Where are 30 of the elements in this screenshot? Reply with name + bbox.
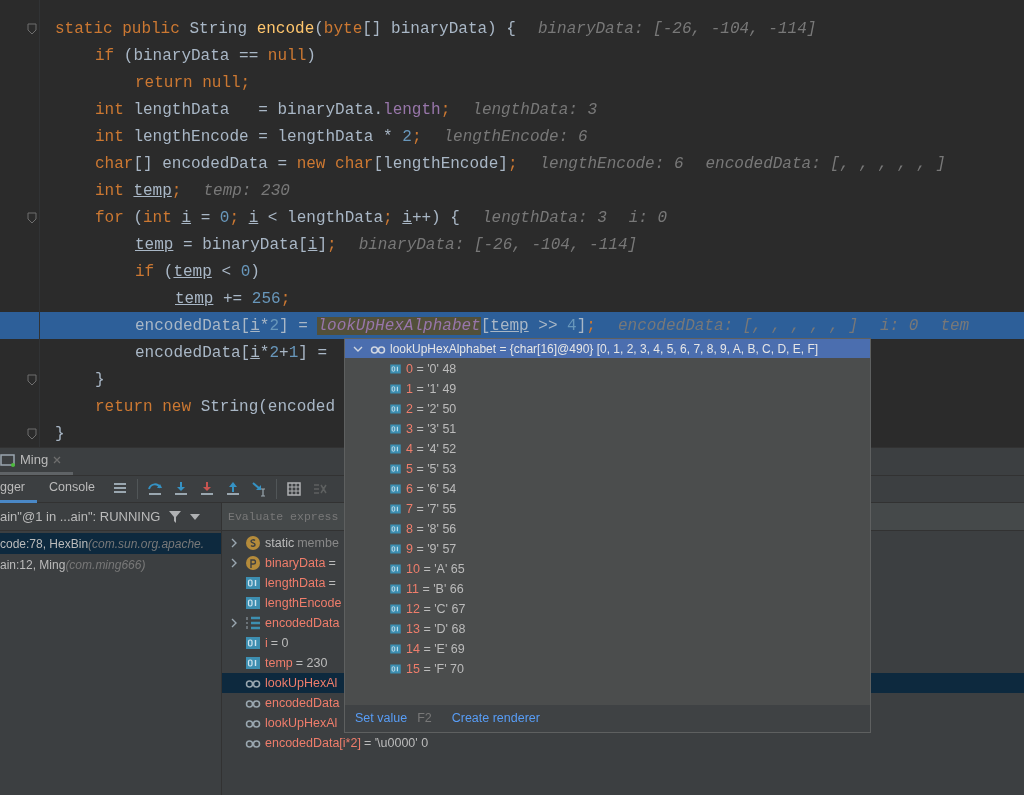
inline-value-hint: i: 0 <box>628 207 668 229</box>
code-line: } <box>95 369 105 391</box>
inline-value-hint: lengthData: 3 <box>472 99 598 121</box>
inline-value-hint: lengthEncode: 6 <box>539 153 684 175</box>
inline-value-hint: lengthEncode: 6 <box>443 126 588 148</box>
code-line: for (int i = 0; i < lengthData; i++) { <box>95 207 460 229</box>
code-line: int lengthData = binaryData.length; <box>95 99 451 121</box>
code-line: temp += 256; <box>175 288 291 310</box>
inline-value-hint: binaryData: [-26, -104, -114] <box>358 234 638 256</box>
inline-value-hint: binaryData: [-26, -104, -114] <box>537 18 817 40</box>
code-line: static public String encode(byte[] binaryData) { <box>55 18 516 40</box>
code-line: if (binaryData == null) <box>95 45 316 67</box>
inline-value-hint: encodedData: [, , , , , ] <box>705 153 946 175</box>
code-line: if (temp < 0) <box>135 261 260 283</box>
code-line: } <box>55 423 65 445</box>
code-line: char[] encodedData = new char[lengthEncode]; <box>95 153 518 175</box>
code-line: return new String(encoded <box>95 396 336 418</box>
inline-value-hint: i: 0 <box>880 315 919 337</box>
tab-label: Ming <box>20 450 49 469</box>
inline-value-hint: encodedData: [, , , , , ] <box>617 315 858 337</box>
code-line: return null; <box>135 72 251 94</box>
inline-value-hint: tem <box>940 315 970 337</box>
inline-value-hint: temp: 230 <box>203 180 290 202</box>
code-line: int lengthEncode = lengthData * 2; <box>95 126 422 148</box>
code-line: encodedData[i*2] = lookUpHexAlphabet[temp >> 4]; <box>135 315 596 337</box>
code-line: int temp; <box>95 180 182 202</box>
code-line: encodedData[i*2+1] = <box>135 342 328 364</box>
shortcut-label: F2 <box>417 710 432 728</box>
inline-value-hint: lengthData: 3 <box>481 207 607 229</box>
code-line: temp = binaryData[i]; <box>135 234 337 256</box>
